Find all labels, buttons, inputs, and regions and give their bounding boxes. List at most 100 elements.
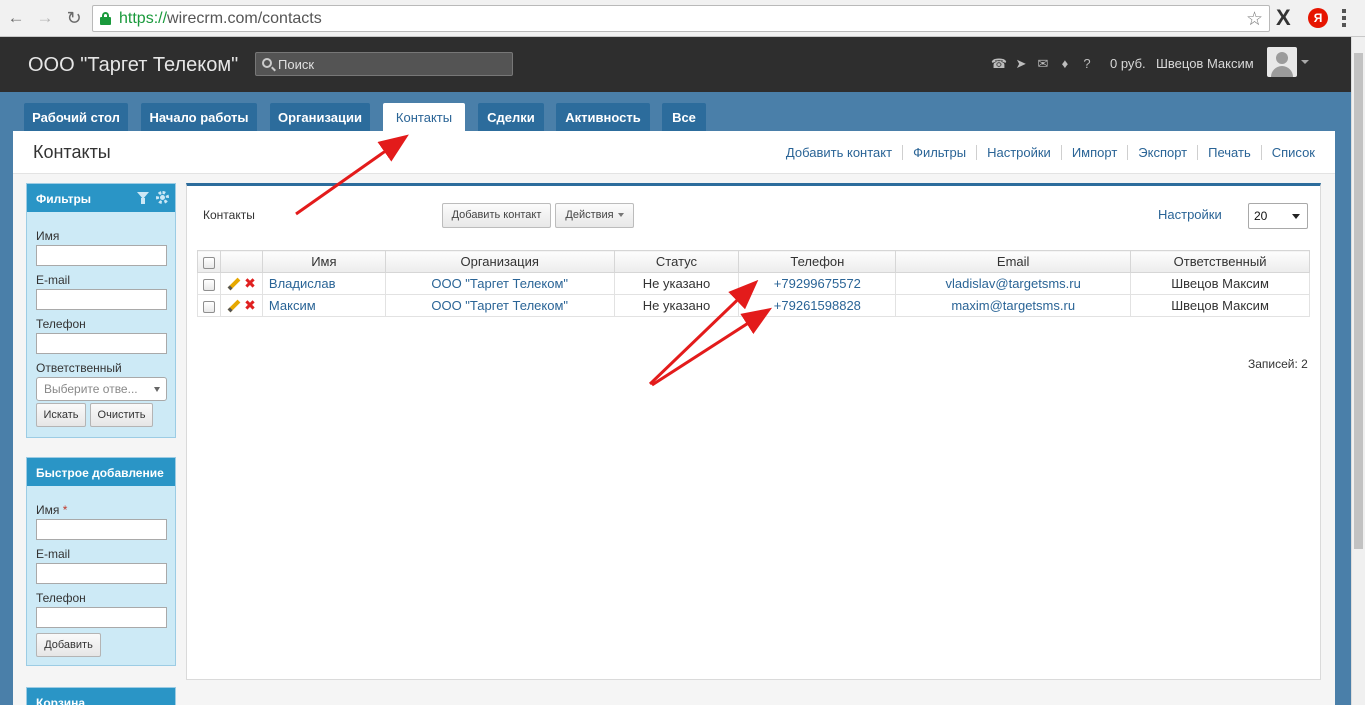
add-contact-button[interactable]: Добавить контакт <box>442 203 551 228</box>
records-count: Записей: 2 <box>1248 357 1308 371</box>
edit-pencil-icon[interactable] <box>227 299 241 312</box>
quick-add-button[interactable]: Добавить <box>36 633 101 657</box>
owner-cell: Швецов Максим <box>1130 294 1310 317</box>
contacts-panel: Контакты Добавить контакт Действия Настр… <box>186 183 1321 680</box>
settings-link[interactable]: Настройки <box>976 145 1061 160</box>
filter-search-button[interactable]: Искать <box>36 403 86 427</box>
column-header[interactable]: Статус <box>613 250 740 273</box>
contact-name-link[interactable]: Владислав <box>269 276 336 291</box>
table-row: ✖ Владислав ООО "Таргет Телеком" Не указ… <box>197 272 1310 295</box>
phone-link[interactable]: +79299675572 <box>774 276 861 291</box>
table-settings-link[interactable]: Настройки <box>1158 207 1222 222</box>
bell-icon[interactable]: ♦ <box>1054 56 1076 71</box>
chevron-down-icon <box>154 387 160 392</box>
balance[interactable]: 0 руб. <box>1110 56 1146 71</box>
browser-toolbar: ← → ↻ https://wirecrm.com/contacts ☆ X Я <box>0 0 1365 37</box>
cart-title[interactable]: Корзина <box>36 696 85 705</box>
import-link[interactable]: Импорт <box>1060 145 1128 160</box>
filter-phone-input[interactable] <box>36 333 167 354</box>
column-header[interactable]: Ответственный <box>1130 250 1310 273</box>
page-actions: Добавить контакт Фильтры Настройки Импорт Эк… <box>776 145 1315 160</box>
select-all-checkbox[interactable] <box>202 256 215 269</box>
quick-add-phone-input[interactable] <box>36 607 167 628</box>
filter-email-label: E-mail <box>36 273 71 287</box>
quick-add-panel: Быстрое добавление Имя * E-mail Телефон … <box>26 457 176 666</box>
user-name[interactable]: Швецов Максим <box>1156 56 1254 71</box>
column-header[interactable]: Телефон <box>738 250 897 273</box>
contacts-table: Имя Организация Статус Телефон Email Отв… <box>197 250 1310 317</box>
filter-owner-label: Ответственный <box>36 361 122 375</box>
filters-panel: Фильтры Имя E-mail Телефон Ответственный… <box>26 183 176 438</box>
filter-name-input[interactable] <box>36 245 167 266</box>
tab-dashboard[interactable]: Рабочий стол <box>24 103 128 131</box>
delete-icon[interactable]: ✖ <box>244 275 256 292</box>
table-header-row: Имя Организация Статус Телефон Email Отв… <box>197 250 1310 273</box>
quick-add-email-input[interactable] <box>36 563 167 584</box>
tab-all[interactable]: Все <box>662 103 706 131</box>
tab-deals[interactable]: Сделки <box>478 103 544 131</box>
back-icon[interactable]: ← <box>6 8 26 28</box>
scrollbar-thumb[interactable] <box>1354 53 1363 549</box>
organization-link[interactable]: ООО "Таргет Телеком" <box>431 276 568 291</box>
status-cell: Не указано <box>613 272 740 295</box>
quick-add-title: Быстрое добавление <box>36 466 164 480</box>
per-page-value: 20 <box>1254 209 1268 223</box>
filters-link[interactable]: Фильтры <box>902 145 977 160</box>
filters-panel-title: Фильтры <box>36 192 92 206</box>
yandex-extension-icon[interactable]: Я <box>1308 8 1328 28</box>
quick-add-email-label: E-mail <box>36 547 71 561</box>
delete-icon[interactable]: ✖ <box>244 297 256 314</box>
url-scheme: https:// <box>119 10 168 27</box>
extension-x-icon[interactable]: X <box>1276 5 1291 31</box>
email-link[interactable]: maxim@targetsms.ru <box>951 298 1075 313</box>
search-icon <box>262 58 272 68</box>
filter-phone-label: Телефон <box>36 317 86 331</box>
avatar[interactable] <box>1267 47 1297 77</box>
per-page-select[interactable]: 20 <box>1248 203 1308 229</box>
phone-icon[interactable]: ☎ <box>988 56 1010 72</box>
table-row: ✖ Максим ООО "Таргет Телеком" Не указано… <box>197 294 1310 317</box>
phone-link[interactable]: +79261598828 <box>774 298 861 313</box>
export-link[interactable]: Экспорт <box>1127 145 1198 160</box>
row-checkbox[interactable] <box>202 300 215 313</box>
filter-owner-select[interactable]: Выберите отве... <box>36 377 167 401</box>
user-menu-chevron-down-icon[interactable] <box>1301 60 1309 64</box>
status-cell: Не указано <box>613 294 740 317</box>
gear-icon[interactable] <box>156 191 169 204</box>
global-search-input[interactable]: Поиск <box>255 52 513 76</box>
list-link[interactable]: Список <box>1260 145 1315 160</box>
page-title: Контакты <box>33 142 111 162</box>
filter-clear-button[interactable]: Очистить <box>90 403 153 427</box>
chevron-down-icon <box>1292 214 1300 219</box>
send-icon[interactable]: ➤ <box>1010 56 1032 72</box>
column-header[interactable]: Имя <box>261 250 386 273</box>
chevron-down-icon <box>617 213 624 218</box>
row-checkbox[interactable] <box>202 278 215 291</box>
reload-icon[interactable]: ↻ <box>64 8 84 28</box>
organization-link[interactable]: ООО "Таргет Телеком" <box>431 298 568 313</box>
contact-name-link[interactable]: Максим <box>269 298 316 313</box>
print-link[interactable]: Печать <box>1197 145 1261 160</box>
actions-label: Действия <box>565 209 614 221</box>
add-contact-link[interactable]: Добавить контакт <box>776 145 902 160</box>
column-header[interactable]: Email <box>895 250 1132 273</box>
browser-menu-icon[interactable] <box>1342 9 1346 27</box>
quick-add-name-input[interactable] <box>36 519 167 540</box>
help-icon[interactable]: ? <box>1076 56 1098 71</box>
owner-cell: Швецов Максим <box>1130 272 1310 295</box>
forward-icon[interactable]: → <box>35 8 55 28</box>
filter-email-input[interactable] <box>36 289 167 310</box>
column-header[interactable]: Организация <box>384 250 615 273</box>
tab-getting-started[interactable]: Начало работы <box>141 103 257 131</box>
email-link[interactable]: vladislav@targetsms.ru <box>946 276 1081 291</box>
mail-icon[interactable]: ✉ <box>1032 56 1054 72</box>
tab-activity[interactable]: Активность <box>556 103 650 131</box>
edit-pencil-icon[interactable] <box>227 277 241 290</box>
filter-icon[interactable] <box>137 192 149 204</box>
tab-contacts[interactable]: Контакты <box>383 103 465 132</box>
address-bar[interactable]: https://wirecrm.com/contacts ☆ <box>92 5 1270 32</box>
tab-organizations[interactable]: Организации <box>270 103 370 131</box>
page-scrollbar[interactable] <box>1351 37 1365 705</box>
actions-dropdown[interactable]: Действия <box>555 203 634 228</box>
bookmark-star-icon[interactable]: ☆ <box>1246 8 1263 31</box>
